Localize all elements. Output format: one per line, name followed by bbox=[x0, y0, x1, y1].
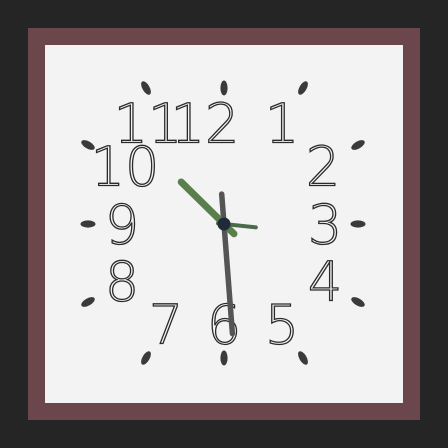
numeral-8: 8 bbox=[105, 251, 139, 314]
numeral-10: 10 bbox=[91, 136, 160, 199]
numeral-3: 3 bbox=[308, 194, 342, 257]
numeral-7: 7 bbox=[149, 294, 183, 357]
hour-tick-9 bbox=[80, 220, 96, 228]
hour-tick-3 bbox=[350, 220, 366, 228]
numeral-2: 2 bbox=[306, 136, 340, 199]
numeral-9: 9 bbox=[105, 194, 139, 257]
numeral-12: 12 bbox=[171, 93, 240, 156]
center-cap bbox=[217, 217, 231, 231]
numeral-6: 6 bbox=[207, 294, 241, 357]
hour-tick-8 bbox=[81, 297, 95, 307]
numeral-1: 1 bbox=[265, 93, 299, 156]
numeral-4: 4 bbox=[308, 251, 342, 314]
hour-tick-2 bbox=[351, 140, 365, 150]
numeral-5: 5 bbox=[265, 294, 299, 357]
clock-dial: 11 12 1 2 10 3 9 4 8 7 6 5 bbox=[80, 80, 366, 366]
hour-tick-4 bbox=[351, 297, 365, 307]
